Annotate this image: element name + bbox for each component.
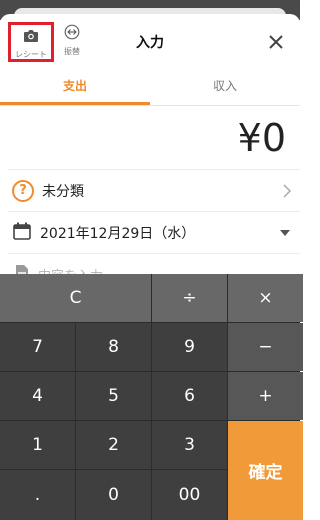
key-5[interactable]: 5 [76, 372, 151, 420]
key-6[interactable]: 6 [152, 372, 227, 420]
key-9[interactable]: 9 [152, 323, 227, 371]
key-3[interactable]: 3 [152, 421, 227, 469]
header: レシート 振替 入力 [0, 14, 300, 70]
question-icon: ? [12, 179, 34, 202]
calculator-keypad: C ÷ × 7 8 9 − 4 5 6 + 1 2 3 確定 . 0 00 [0, 274, 303, 520]
category-value: 未分類 [42, 183, 84, 200]
divide-key[interactable]: ÷ [152, 274, 227, 322]
key-7[interactable]: 7 [0, 323, 75, 371]
key-8[interactable]: 8 [76, 323, 151, 371]
clear-key[interactable]: C [0, 274, 151, 322]
key-0[interactable]: 0 [76, 470, 151, 520]
key-1[interactable]: 1 [0, 421, 75, 469]
key-00[interactable]: 00 [152, 470, 227, 520]
confirm-key[interactable]: 確定 [228, 421, 303, 520]
plus-key[interactable]: + [228, 372, 303, 420]
tab-expense[interactable]: 支出 [0, 70, 150, 105]
close-icon [264, 35, 288, 58]
chevron-right-icon [282, 183, 292, 202]
amount-display: ¥0 [8, 106, 300, 170]
key-4[interactable]: 4 [0, 372, 75, 420]
decimal-key[interactable]: . [0, 470, 75, 520]
date-row[interactable]: 2021年12月29日（水） [8, 212, 300, 254]
date-value: 2021年12月29日（水） [40, 225, 196, 242]
key-2[interactable]: 2 [76, 421, 151, 469]
tab-income[interactable]: 収入 [150, 70, 300, 105]
calendar-icon [12, 221, 32, 245]
multiply-key[interactable]: × [228, 274, 303, 322]
caret-down-icon [280, 230, 290, 236]
minus-key[interactable]: − [228, 323, 303, 371]
page-title: 入力 [136, 35, 164, 51]
type-tabs: 支出 収入 [0, 70, 300, 106]
close-button[interactable] [264, 30, 288, 54]
category-row[interactable]: ? 未分類 [8, 170, 300, 212]
